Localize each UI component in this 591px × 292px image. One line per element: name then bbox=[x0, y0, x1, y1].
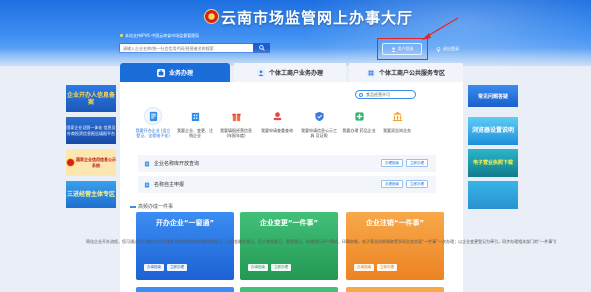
main-panel: 食品经营许可 我要开办企业 (设立登记、全程电子化) 我要企业、变更、注销企业 … bbox=[120, 82, 463, 292]
tab-individual-label: 个体工商户业务办理 bbox=[268, 70, 323, 77]
notice-dot-icon bbox=[120, 34, 123, 37]
service-label: 我要申请信息公示工具 及证照 bbox=[301, 128, 337, 138]
banner-faq-text: 常见问题答疑 bbox=[477, 93, 508, 100]
handle-button[interactable]: 立即办理 bbox=[406, 159, 428, 167]
row-actions: 办理指南 立即办理 bbox=[381, 159, 428, 167]
row-actions: 办理指南 立即办理 bbox=[381, 180, 428, 188]
service-open-business[interactable]: 我要开办企业 (设立登记、全程电子化) bbox=[134, 107, 172, 138]
doc-small-icon bbox=[144, 182, 150, 187]
card-handle-button[interactable]: 立即办理 bbox=[377, 264, 397, 271]
national-emblem-icon bbox=[204, 9, 219, 24]
service-label: 我要填报经营信息 (年报年度) bbox=[220, 128, 252, 138]
banner-credit-text: 国家企业信用信息公示系统 bbox=[76, 156, 116, 168]
card-title: 开办企业“一窗通” bbox=[155, 219, 215, 227]
service-search-text: 食品经营许可 bbox=[366, 92, 390, 97]
banner-faq[interactable]: 常见问题答疑 bbox=[468, 85, 518, 107]
briefcase-icon bbox=[156, 68, 165, 77]
banner-license-text: 国家企业证照一体化 信息及外商投资信息报告填报平台 bbox=[66, 124, 116, 136]
banner-extra[interactable] bbox=[468, 181, 518, 209]
banner-license-integration[interactable]: 国家企业证照一体化 信息及外商投资信息报告填报平台 bbox=[66, 117, 116, 144]
service-search-field[interactable]: 食品经营许可 bbox=[355, 90, 416, 99]
document-icon bbox=[144, 107, 162, 125]
banner-browser-settings[interactable]: 浏览器设置说明 bbox=[468, 117, 518, 145]
card-title: 企业变更“一件事” bbox=[259, 219, 319, 227]
next-card-strip bbox=[240, 287, 338, 292]
banner-entity-zone[interactable]: 三进经营主体专区 bbox=[66, 181, 116, 208]
card-handle-button[interactable]: 立即办理 bbox=[271, 264, 291, 271]
card-change-business[interactable]: 企业变更“一件事” 办事指南 立即办理 bbox=[240, 212, 338, 280]
banner-founder-registration[interactable]: 企业开办人信息备案 bbox=[66, 85, 116, 112]
service-drug-business[interactable]: 我要办理 药品企业 bbox=[340, 107, 378, 133]
next-card-strip bbox=[136, 287, 234, 292]
top-notice: 本站支持IPV6 中国云南省市场监督管理局 bbox=[120, 33, 199, 39]
pill-icon bbox=[350, 107, 368, 125]
shield-icon bbox=[310, 107, 328, 125]
overflow-description: 简化企业开办流程，您可通过网上服务大厅办理营业执照并同步办理社保登记、公积金缴存… bbox=[86, 239, 556, 244]
next-card-strip bbox=[346, 287, 444, 292]
banner-entity-text: 三进经营主体专区 bbox=[66, 191, 115, 198]
card-open-business[interactable]: 开办企业“一窗通” 办事指南 立即办理 bbox=[136, 212, 234, 280]
section-title: 高频办成一件事 bbox=[130, 203, 173, 210]
banner-founder-text: 企业开办人信息备案 bbox=[66, 91, 115, 106]
bank-icon bbox=[388, 107, 406, 125]
mini-search-icon bbox=[359, 93, 363, 97]
service-name-check[interactable]: 我要申请查重查询 bbox=[258, 107, 296, 133]
search-button[interactable] bbox=[253, 43, 270, 53]
section-title-text: 高频办成一件事 bbox=[138, 204, 174, 210]
tab-public-service[interactable]: 个体工商户公共服务专区 bbox=[349, 63, 463, 82]
logout-button[interactable]: 退出登录 bbox=[436, 43, 466, 55]
card-guide-button[interactable]: 办事指南 bbox=[144, 264, 164, 271]
row-self-declaration-text: 名称自主申报 bbox=[154, 182, 185, 188]
site-header: 云南市场监管网上办事大厅 本站支持IPV6 中国云南省市场监督管理局 用户登录 … bbox=[0, 0, 591, 66]
tab-public-label: 个体工商户公共服务专区 bbox=[378, 70, 445, 77]
notice-text: 本站支持IPV6 中国云南省市场监督管理局 bbox=[125, 33, 200, 38]
banner-e-license[interactable]: 电子营业执照下载 bbox=[468, 149, 518, 177]
row-name-database-text: 企业名称库开放查询 bbox=[154, 161, 200, 167]
person-icon bbox=[256, 68, 265, 77]
handle-button[interactable]: 立即办理 bbox=[406, 180, 428, 188]
tab-business[interactable]: 业务办理 bbox=[120, 63, 230, 82]
location-icon bbox=[436, 46, 441, 52]
banner-browser-text: 浏览器设置说明 bbox=[471, 127, 514, 134]
service-change-business[interactable]: 我要企业、变更、注销企业 bbox=[176, 107, 214, 138]
service-label: 我要申请查重查询 bbox=[261, 128, 293, 133]
building-icon bbox=[186, 107, 204, 125]
row-name-self-declaration[interactable]: 名称自主申报 办理指南 立即办理 bbox=[138, 176, 436, 193]
row-name-database-query[interactable]: 企业名称库开放查询 办理指南 立即办理 bbox=[138, 155, 436, 172]
main-search bbox=[119, 43, 270, 53]
annotation-arrow-icon bbox=[422, 17, 459, 40]
card-handle-button[interactable]: 立即办理 bbox=[167, 264, 187, 271]
search-input[interactable] bbox=[121, 44, 255, 52]
service-label: 我要办理 药品企业 bbox=[342, 128, 376, 133]
tab-individual-business[interactable]: 个体工商户业务办理 bbox=[234, 63, 346, 82]
site-title: 云南市场监管网上办事大厅 bbox=[221, 9, 414, 27]
banner-e-license-text: 电子营业执照下载 bbox=[472, 159, 513, 166]
card-guide-button[interactable]: 办事指南 bbox=[354, 264, 374, 271]
section-bar-icon bbox=[130, 205, 136, 208]
logout-label: 退出登录 bbox=[443, 46, 459, 51]
doc-small-icon bbox=[144, 161, 150, 166]
search-icon bbox=[258, 45, 265, 51]
guide-button[interactable]: 办理指南 bbox=[381, 159, 403, 167]
gift-icon bbox=[227, 107, 245, 125]
service-annual-report[interactable]: 我要填报经营信息 (年报年度) bbox=[217, 107, 255, 138]
service-label: 我要企业、变更、注销企业 bbox=[177, 128, 213, 138]
card-buttons: 办事指南 立即办理 bbox=[354, 264, 397, 271]
banner-credit-publicity[interactable]: 国家企业信用信息公示系统 bbox=[66, 149, 116, 176]
card-cancel-business[interactable]: 企业注销“一件事” 办事指南 立即办理 bbox=[346, 212, 444, 280]
card-buttons: 办事指南 立即办理 bbox=[144, 264, 187, 271]
emblem-icon bbox=[66, 158, 75, 167]
card-title: 企业注销“一件事” bbox=[365, 219, 425, 227]
service-label: 我要开办企业 (设立登记、全程电子化) bbox=[135, 128, 171, 138]
grid-icon bbox=[366, 68, 375, 77]
card-buttons: 办事指南 立即办理 bbox=[248, 264, 291, 271]
card-guide-button[interactable]: 办事指南 bbox=[248, 264, 268, 271]
stamp-icon bbox=[268, 107, 286, 125]
service-info-publicity[interactable]: 我要申请信息公示工具 及证照 bbox=[300, 107, 338, 138]
tab-business-label: 业务办理 bbox=[168, 70, 193, 77]
guide-button[interactable]: 办理指南 bbox=[381, 180, 403, 188]
service-dual-notice[interactable]: 我要双告知业务 bbox=[378, 107, 416, 133]
service-label: 我要双告知业务 bbox=[383, 128, 411, 133]
